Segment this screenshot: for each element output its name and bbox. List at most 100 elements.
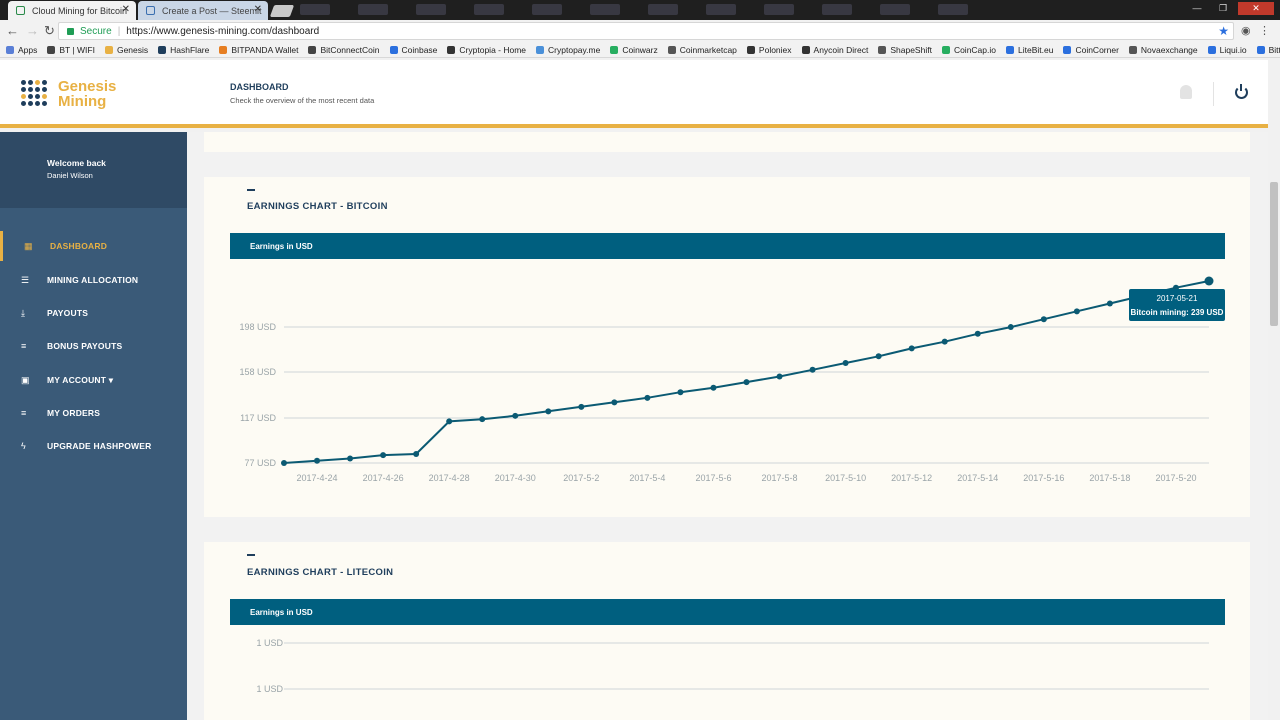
bookmark-item[interactable]: BITPANDA Wallet xyxy=(219,45,298,55)
sidebar-item-upgrade-hashpower[interactable]: ϟ UPGRADE HASHPOWER xyxy=(0,431,187,461)
data-point[interactable] xyxy=(1106,300,1113,307)
sidebar-item-bonus-payouts[interactable]: ≡ BONUS PAYOUTS xyxy=(0,331,187,361)
bitcoin-earnings-chart[interactable]: 77 USD 117 USD 158 USD 198 USD 2017-4-24 2017… xyxy=(204,267,1250,507)
bookmark-favicon-icon xyxy=(104,45,113,54)
data-point[interactable] xyxy=(479,416,486,423)
bookmark-item[interactable]: Liqui.io xyxy=(1207,45,1247,55)
litecoin-earnings-chart[interactable]: 1 USD 1 USD xyxy=(204,625,1250,720)
data-point[interactable] xyxy=(347,455,354,462)
bookmark-item[interactable]: HashFlare xyxy=(158,45,209,55)
data-point[interactable] xyxy=(1204,276,1214,286)
bookmark-favicon-icon xyxy=(746,45,755,54)
bookmark-favicon-icon xyxy=(158,45,167,54)
data-point[interactable] xyxy=(644,394,651,401)
bookmark-item[interactable]: Poloniex xyxy=(746,44,792,55)
page-scrollbar[interactable] xyxy=(1268,60,1280,720)
data-point[interactable] xyxy=(413,451,420,458)
data-point[interactable] xyxy=(809,366,816,373)
bookmark-label: Cryptopia - Home xyxy=(459,44,527,55)
data-point[interactable] xyxy=(281,460,287,466)
bookmark-item[interactable]: BitConnectCoin xyxy=(308,44,380,55)
bookmark-item[interactable]: Coinbase xyxy=(389,45,437,55)
x-tick-label: 2017-4-30 xyxy=(495,473,536,483)
new-tab-button[interactable] xyxy=(269,5,295,17)
data-point[interactable] xyxy=(611,399,618,406)
bookmark-item[interactable]: Genesis xyxy=(104,45,148,55)
bookmark-item[interactable]: Bittrex xyxy=(1256,45,1280,55)
genesis-logo-icon[interactable] xyxy=(21,80,48,107)
url-input[interactable]: Secure | https://www.genesis-mining.com/… xyxy=(58,22,1234,40)
sidebar-item-my-orders[interactable]: ≡ MY ORDERS xyxy=(0,398,187,428)
x-tick-label: 2017-4-28 xyxy=(429,473,470,483)
logo-text[interactable]: Genesis Mining xyxy=(58,79,116,109)
bookmark-item[interactable]: Anycoin Direct xyxy=(801,44,869,55)
tab-close-icon[interactable]: ✕ xyxy=(254,4,262,15)
power-icon[interactable] xyxy=(1235,84,1248,99)
bookmark-item[interactable]: Cryptopay.me xyxy=(536,45,600,55)
bookmark-item[interactable]: CoinCorner xyxy=(1063,45,1119,55)
sidebar-item-payouts[interactable]: ⤓ PAYOUTS xyxy=(0,298,187,328)
tab-cloud-mining[interactable]: Cloud Mining for Bitcoin ✕ xyxy=(8,1,136,20)
bookmark-label: Poloniex xyxy=(758,44,792,55)
logo-line1: Genesis xyxy=(58,78,117,95)
x-tick-label: 2017-5-16 xyxy=(1023,473,1064,483)
maximize-icon[interactable]: ❐ xyxy=(1212,2,1234,15)
data-point[interactable] xyxy=(314,457,321,464)
sidebar-item-mining-allocation[interactable]: ☰ MINING ALLOCATION xyxy=(0,265,187,295)
tab-title: Create a Post — Steemit xyxy=(162,5,262,16)
page-scrollbar-thumb[interactable] xyxy=(1270,182,1278,326)
data-point[interactable] xyxy=(875,353,882,360)
bookmark-item[interactable]: LiteBit.eu xyxy=(1006,45,1053,55)
data-point[interactable] xyxy=(842,360,849,367)
bell-icon[interactable] xyxy=(1180,85,1192,99)
bookmark-label: Anycoin Direct xyxy=(813,44,869,55)
forward-icon[interactable]: → xyxy=(26,23,39,38)
bookmark-star-icon[interactable]: ★ xyxy=(1218,24,1229,38)
bookmark-item[interactable]: BT | WIFI xyxy=(47,45,95,55)
bookmark-item[interactable]: CoinCap.io xyxy=(941,45,996,55)
menu-icon[interactable]: ⋮ xyxy=(1259,24,1270,37)
minimize-icon[interactable]: — xyxy=(1186,2,1208,15)
bookmark-item[interactable]: Coinmarketcap xyxy=(667,45,737,55)
sidebar-item-my-account[interactable]: ▣ MY ACCOUNT ▾ xyxy=(0,365,187,395)
logo-line2: Mining xyxy=(58,93,107,110)
reload-icon[interactable]: ↻ xyxy=(44,23,55,39)
data-point[interactable] xyxy=(1073,308,1080,315)
data-point[interactable] xyxy=(512,412,519,419)
bookmark-item[interactable]: ShapeShift xyxy=(878,45,932,55)
sidebar-item-dashboard[interactable]: ▦ DASHBOARD xyxy=(0,231,187,261)
window-close-icon[interactable]: ✕ xyxy=(1238,2,1274,15)
data-point[interactable] xyxy=(908,345,915,352)
bookmark-favicon-icon xyxy=(1006,45,1014,54)
data-point[interactable] xyxy=(446,418,453,425)
bookmark-label: BitConnectCoin xyxy=(320,44,380,55)
data-point[interactable] xyxy=(380,452,387,459)
previous-card xyxy=(204,132,1250,152)
bookmark-item[interactable]: Cryptopia - Home xyxy=(447,45,526,55)
user-name: Daniel Wilson xyxy=(47,171,93,180)
data-point[interactable] xyxy=(710,384,717,391)
data-point[interactable] xyxy=(941,338,948,345)
data-point[interactable] xyxy=(1040,316,1047,323)
data-point[interactable] xyxy=(578,403,585,410)
data-point[interactable] xyxy=(743,379,750,386)
tab-steemit[interactable]: Create a Post — Steemit ✕ xyxy=(138,1,268,20)
back-icon[interactable]: ← xyxy=(6,23,19,38)
bookmark-item[interactable]: Novaexchange xyxy=(1128,44,1198,55)
data-point[interactable] xyxy=(974,330,981,337)
bookmark-item[interactable]: Apps xyxy=(6,45,37,55)
url-text: https://www.genesis-mining.com/dashboard xyxy=(126,25,320,37)
data-point[interactable] xyxy=(545,408,552,415)
bookmark-item[interactable]: Coinwarz xyxy=(610,45,658,55)
account-icon: ▣ xyxy=(21,375,30,385)
bookmark-label: Novaexchange xyxy=(1140,44,1198,55)
header-divider xyxy=(1213,82,1214,106)
bookmark-label: HashFlare xyxy=(170,44,210,55)
bookmark-favicon-icon xyxy=(447,45,456,54)
tab-close-icon[interactable]: ✕ xyxy=(122,4,130,15)
data-point[interactable] xyxy=(776,373,783,380)
data-point[interactable] xyxy=(1007,324,1014,331)
extension-icon[interactable]: ◉ xyxy=(1241,24,1251,37)
main-content: EARNINGS CHART - BITCOIN Earnings in USD… xyxy=(187,132,1268,720)
data-point[interactable] xyxy=(677,389,684,396)
